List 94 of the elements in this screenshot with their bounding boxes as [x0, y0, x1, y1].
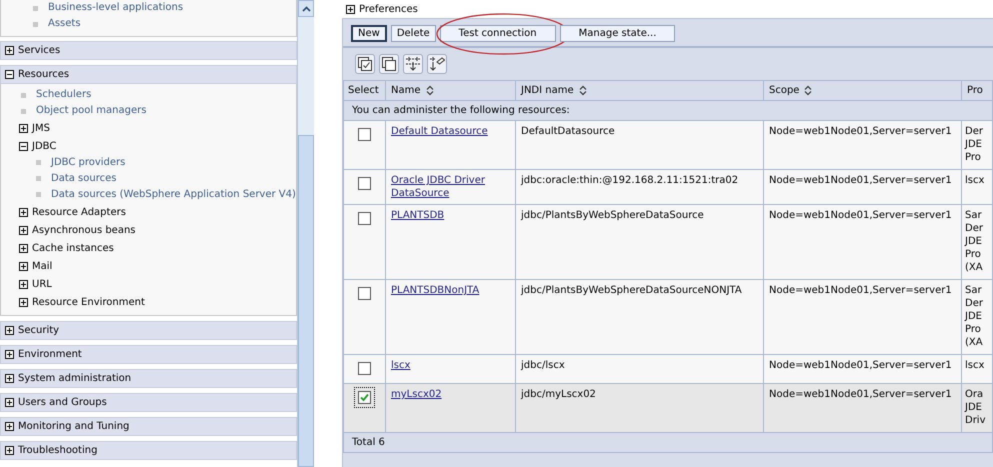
bullet-icon: [33, 6, 38, 10]
scroll-thumb[interactable]: [298, 135, 314, 467]
expand-icon: [5, 350, 14, 359]
column-header[interactable]: Scope: [764, 80, 962, 100]
filter-icon[interactable]: [427, 54, 447, 74]
bullet-icon: [33, 22, 38, 26]
sort-icon[interactable]: [578, 84, 587, 96]
table-cell: Node=web1Node01,Server=server1: [764, 280, 962, 354]
action-button[interactable]: Delete: [390, 25, 436, 42]
table-cell: Node=web1Node01,Server=server1: [764, 120, 962, 170]
nav-section[interactable]: Services: [0, 41, 297, 60]
deselect-all-icon[interactable]: [379, 54, 399, 74]
column-header[interactable]: JNDI name: [516, 80, 764, 100]
bullet-icon: [21, 108, 26, 114]
table-caption: You can administer the following resources:: [344, 100, 992, 120]
sort-icon[interactable]: [804, 84, 812, 96]
row-checkbox[interactable]: [358, 128, 371, 141]
table-cell: jdbc/PlantsByWebSphereDataSourceNONJTA: [516, 280, 764, 354]
tree-node[interactable]: Cache instances: [1, 239, 296, 257]
tree-node[interactable]: Asynchronous beans: [1, 221, 296, 239]
row-checkbox[interactable]: [358, 177, 371, 190]
row-checkbox[interactable]: [358, 212, 371, 225]
expand-icon: [19, 124, 28, 132]
expand-icon: [19, 244, 28, 252]
tree-node[interactable]: Mail: [1, 257, 296, 275]
bullet-icon: [36, 176, 41, 181]
expand-icon: [19, 262, 28, 270]
expand-icon: [5, 398, 14, 407]
nav-section[interactable]: Troubleshooting: [0, 441, 297, 460]
preferences-toggle[interactable]: Preferences: [342, 0, 993, 18]
table-cell: lscx: [962, 354, 992, 384]
collapse-icon: [5, 70, 14, 79]
expand-rows-icon[interactable]: [403, 54, 423, 74]
tree-node[interactable]: JMS: [1, 119, 296, 137]
table-cell: Node=web1Node01,Server=server1: [764, 170, 962, 204]
nav-section[interactable]: Environment: [0, 345, 297, 364]
collapse-icon: [19, 142, 28, 150]
tree-node[interactable]: Resource Adapters: [1, 203, 296, 221]
nav-section[interactable]: Security: [0, 321, 297, 340]
table-cell: jdbc:oracle:thin:@192.168.2.11:1521:tra02: [516, 170, 764, 204]
table-cell: Ora JDE Driv: [962, 384, 992, 432]
action-button[interactable]: New: [351, 25, 387, 42]
table-cell: Sar Der JDE Pro (XA: [962, 204, 992, 280]
row-checkbox[interactable]: [358, 287, 371, 300]
tree-node[interactable]: JDBC: [1, 137, 296, 155]
table-cell: Node=web1Node01,Server=server1: [764, 384, 962, 432]
nav-link[interactable]: Data sources (WebSphere Application Server V4): [51, 187, 296, 203]
column-header[interactable]: Name: [386, 80, 516, 100]
select-all-icon[interactable]: [355, 54, 375, 74]
nav-section[interactable]: Users and Groups: [0, 393, 297, 412]
expand-icon: [5, 326, 14, 335]
nav-link[interactable]: Business-level applications: [48, 0, 184, 16]
nav-link[interactable]: Schedulers: [36, 87, 92, 103]
expand-icon: [19, 208, 28, 216]
nav-section[interactable]: Monitoring and Tuning: [0, 417, 297, 436]
bullet-icon: [21, 92, 26, 98]
table-total: Total 6: [344, 432, 992, 452]
table-cell: Node=web1Node01,Server=server1: [764, 204, 962, 280]
nav-link[interactable]: Assets: [48, 16, 81, 32]
table-cell: Node=web1Node01,Server=server1: [764, 354, 962, 384]
expand-icon: [19, 226, 28, 234]
nav-section[interactable]: Resources: [0, 65, 297, 84]
table-cell: lscx: [962, 170, 992, 204]
expand-icon: [19, 298, 28, 306]
expand-icon: [19, 280, 28, 288]
nav-link[interactable]: Object pool managers: [36, 103, 146, 119]
expand-icon: [5, 422, 14, 431]
expand-icon: [5, 446, 14, 455]
expand-icon: [5, 374, 14, 383]
column-header: Select: [344, 80, 386, 100]
sort-icon[interactable]: [426, 84, 434, 96]
scroll-up-button[interactable]: [298, 0, 314, 17]
row-checkbox[interactable]: [358, 362, 371, 375]
table-cell: DefaultDatasource: [516, 120, 764, 170]
expand-icon: [346, 4, 355, 14]
tree-node[interactable]: URL: [1, 275, 296, 293]
nav-link[interactable]: Data sources: [51, 171, 116, 187]
action-button[interactable]: Manage state...: [560, 25, 676, 42]
table-cell: Der JDE Pro: [962, 120, 992, 170]
datasource-link[interactable]: PLANTSDB: [391, 209, 510, 222]
datasource-link[interactable]: PLANTSDBNonJTA: [391, 284, 510, 297]
bullet-icon: [36, 192, 41, 197]
table-cell: jdbc/lscx: [516, 354, 764, 384]
bullet-icon: [36, 160, 41, 165]
table-cell: Sar Der JDE Pro (XA: [962, 280, 992, 354]
caret-up-icon: [302, 6, 310, 12]
action-button[interactable]: Test connection: [440, 25, 556, 42]
expand-icon: [5, 46, 14, 55]
table-cell: jdbc/myLscx02: [516, 384, 764, 432]
tree-node[interactable]: Resource Environment: [1, 293, 296, 311]
nav-section[interactable]: System administration: [0, 369, 297, 388]
table-cell: jdbc/PlantsByWebSphereDataSource: [516, 204, 764, 280]
scrollbar[interactable]: [297, 0, 314, 467]
nav-link[interactable]: JDBC providers: [51, 155, 126, 171]
